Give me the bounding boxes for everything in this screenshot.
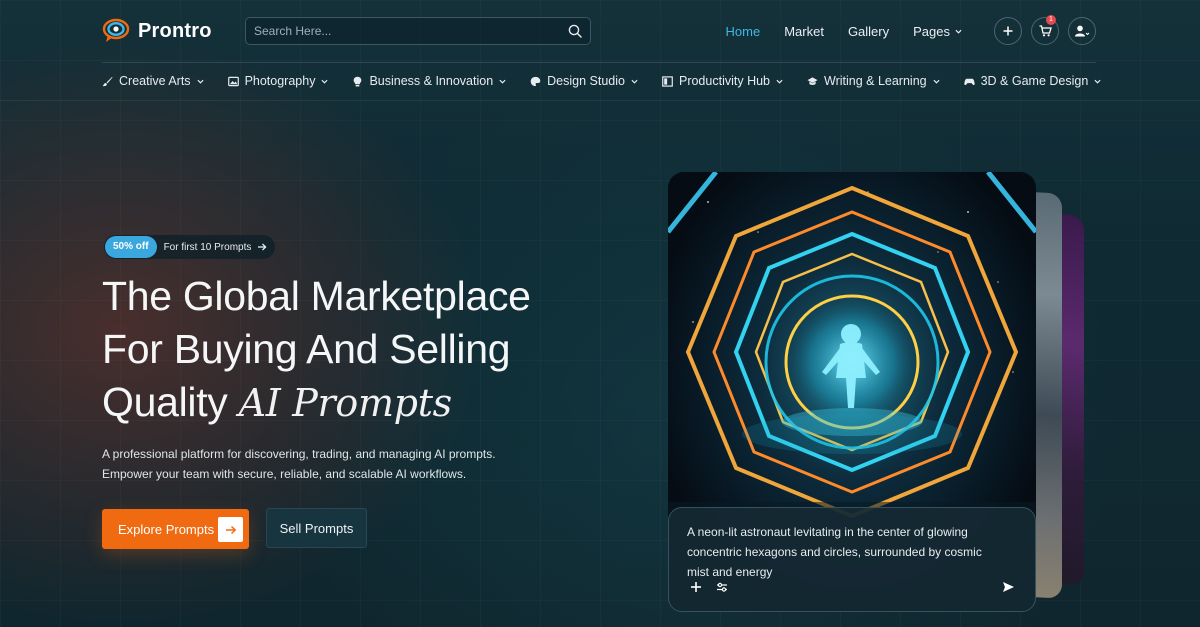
category-3d-game-design[interactable]: 3D & Game Design [963,74,1102,88]
plus-icon [1003,26,1013,36]
plus-icon [691,582,701,592]
search-icon[interactable] [568,24,582,38]
chevron-down-icon [499,79,506,84]
user-icon [1075,25,1090,37]
category-business-innovation[interactable]: Business & Innovation [352,74,506,88]
chevron-down-icon [197,79,204,84]
category-label: Creative Arts [119,74,191,88]
nav-market[interactable]: Market [784,24,824,39]
promo-badge: 50% off [105,236,157,258]
page: Prontro Home Market Gallery Pages [0,0,1200,627]
main-nav: Home Market Gallery Pages 1 [702,15,1096,45]
headline-line-1: The Global Marketplace [102,273,531,319]
category-productivity-hub[interactable]: Productivity Hub [662,74,783,88]
arrow-right-icon [258,243,267,251]
prompt-caption: A neon-lit astronaut levitating in the c… [687,525,982,579]
arrow-box [218,517,243,542]
user-menu-button[interactable] [1068,17,1096,45]
category-label: Writing & Learning [824,74,927,88]
graduation-cap-icon [807,76,818,85]
promo-text: For first 10 Prompts [163,241,252,253]
nav-home[interactable]: Home [726,24,761,39]
prompt-caption-panel: A neon-lit astronaut levitating in the c… [668,507,1036,612]
category-bar: Creative Arts Photography Business & Inn… [102,72,1101,90]
hero-description: A professional platform for discovering,… [102,444,522,484]
send-button[interactable] [999,578,1017,596]
sliders-icon [717,582,727,592]
add-prompt-button[interactable] [687,578,705,596]
panel-icon [662,75,673,87]
sell-prompts-button[interactable]: Sell Prompts [266,508,367,548]
category-bar-divider [0,100,1200,101]
logo-icon [102,18,130,42]
category-photography[interactable]: Photography [227,74,329,88]
nav-pages-label: Pages [913,23,950,39]
promo-banner[interactable]: 50% off For first 10 Prompts [104,235,276,259]
header-actions: 1 [994,15,1096,45]
palette-icon [530,76,541,86]
arrow-right-icon [225,525,236,534]
chevron-down-icon [933,79,940,84]
cart-count-badge: 1 [1046,15,1056,25]
chevron-down-icon [955,29,962,34]
nav-gallery-label: Gallery [847,23,890,39]
logo[interactable]: Prontro [102,18,245,44]
explore-prompts-label: Explore Prompts [118,521,215,537]
category-label: Design Studio [547,74,625,88]
category-label: Business & Innovation [369,74,494,88]
brush-icon [102,76,113,86]
headline-accent: AI Prompts [238,381,453,425]
sell-prompts-label: Sell Prompts [279,520,354,536]
bulb-icon [354,76,362,86]
hero-headline: The Global Marketplace For Buying And Se… [102,270,622,430]
gamepad-icon [963,78,975,85]
brand-name: Prontro [138,19,212,42]
nav-market-label: Market [784,23,824,39]
chevron-down-icon [1094,79,1101,84]
image-icon [227,76,239,86]
category-label: Productivity Hub [678,74,770,88]
nav-home-label: Home [725,23,761,39]
header-divider [102,62,1096,63]
send-icon [1002,582,1014,592]
headline-line-3: Quality [102,379,239,425]
category-creative-arts[interactable]: Creative Arts [102,74,204,88]
category-design-studio[interactable]: Design Studio [530,74,638,88]
nav-pages[interactable]: Pages [913,24,962,39]
chevron-down-icon [631,79,638,84]
nav-gallery[interactable]: Gallery [848,24,889,39]
headline-line-2: For Buying And Selling [102,326,511,372]
category-label: 3D & Game Design [980,74,1089,88]
cart-icon [1039,25,1052,37]
header: Prontro Home Market Gallery Pages [102,14,1096,48]
chevron-down-icon [321,79,328,84]
cart-button[interactable]: 1 [1031,15,1059,45]
add-button[interactable] [994,17,1022,45]
category-label: Photography [244,74,316,88]
description-line-2: Empower your team with secure, reliable,… [102,467,467,481]
explore-prompts-button[interactable]: Explore Prompts [102,509,249,549]
settings-button[interactable] [713,578,731,596]
description-line-1: A professional platform for discovering,… [102,447,496,461]
category-writing-learning[interactable]: Writing & Learning [807,74,940,88]
chevron-down-icon [776,79,783,84]
search-input[interactable] [254,24,568,38]
search-bar [245,17,591,45]
